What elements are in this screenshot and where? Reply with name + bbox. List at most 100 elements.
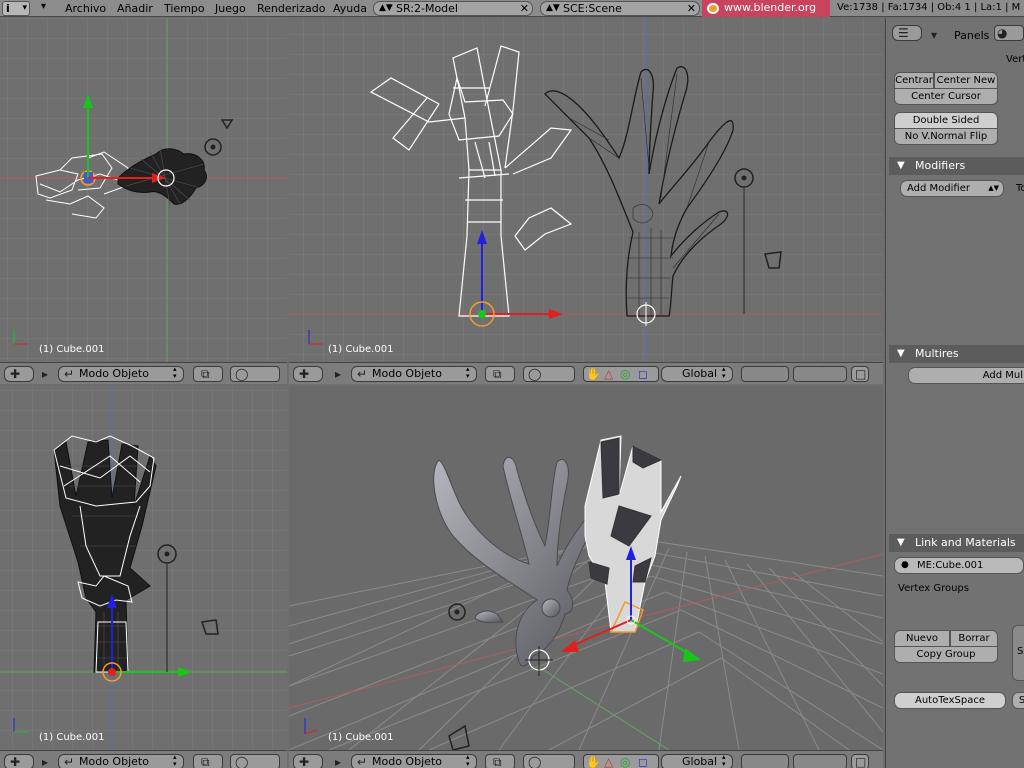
no-vnormal-flip-toggle[interactable]: No V.Normal Flip bbox=[894, 128, 998, 145]
multires-panel-header[interactable]: Multires bbox=[889, 345, 1024, 363]
orientation-selector[interactable]: Global bbox=[661, 366, 733, 382]
window-type-button[interactable]: ✚ bbox=[4, 366, 34, 382]
new-group-button[interactable]: Nuevo bbox=[894, 630, 950, 647]
mesh-browse-icon[interactable]: ● bbox=[901, 558, 909, 573]
viewport-header-bottom-right: ✚ ▸ ↵ Modo Objeto ⧉ ◯ ✋ △ ◎ ◻ Global □ bbox=[289, 750, 883, 768]
active-object-label: (1) Cube.001 bbox=[328, 344, 394, 355]
group-side-button[interactable]: S bbox=[1012, 625, 1024, 681]
pivot-selector[interactable]: ◯ bbox=[523, 754, 575, 768]
window-type-button[interactable]: ✚ bbox=[4, 754, 34, 768]
draw-type-selector[interactable]: ⧉ bbox=[193, 366, 223, 382]
menu-renderizado[interactable]: Renderizado bbox=[257, 2, 325, 15]
menu-archivo[interactable]: Archivo bbox=[65, 2, 106, 15]
s-fragment: S bbox=[1017, 646, 1024, 657]
orientation-label: Global bbox=[682, 755, 718, 768]
layer-buttons-b[interactable] bbox=[793, 366, 847, 382]
window-type-button[interactable]: ✚ bbox=[293, 754, 323, 768]
hand-icon[interactable]: ✋ bbox=[586, 755, 601, 768]
scene-delete-icon[interactable]: ✕ bbox=[687, 2, 696, 15]
menu-tiempo[interactable]: Tiempo bbox=[164, 2, 205, 15]
collapse-menus-icon[interactable]: ▾ bbox=[41, 1, 46, 12]
info-window-type-button[interactable]: i bbox=[2, 1, 30, 16]
rotate-manipulator-icon[interactable]: ◎ bbox=[620, 367, 630, 381]
scene-selector[interactable]: ▲▼ SCE:Scene ✕ bbox=[540, 1, 700, 16]
pivot-selector[interactable]: ◯ bbox=[230, 754, 280, 768]
viewport-grid bbox=[0, 18, 287, 362]
layer-buttons-b[interactable] bbox=[793, 754, 847, 768]
blender-url-link[interactable]: www.blender.org 245 bbox=[702, 0, 830, 30]
lock-icon: □ bbox=[855, 755, 867, 768]
collapse-arrow-icon[interactable]: ▸ bbox=[42, 367, 48, 381]
blender-logo-icon bbox=[707, 3, 719, 14]
scene-browse-icon[interactable]: ▲▼ bbox=[546, 2, 560, 15]
hand-icon[interactable]: ✋ bbox=[586, 367, 601, 381]
add-modifier-label: Add Modifier bbox=[907, 183, 970, 194]
collapse-arrow-icon[interactable]: ▸ bbox=[42, 755, 48, 768]
context-buttons[interactable]: ◕ bbox=[994, 25, 1024, 41]
mode-selector[interactable]: ↵ Modo Objeto bbox=[351, 366, 477, 382]
axes-icon: ✚ bbox=[299, 367, 310, 381]
active-object-label: (1) Cube.001 bbox=[39, 344, 105, 355]
layer-buttons-a[interactable] bbox=[741, 754, 789, 768]
menu-list-icon: ☰ bbox=[898, 26, 909, 40]
manipulator-group: ✋ △ ◎ ◻ bbox=[583, 754, 659, 768]
copy-group-button[interactable]: Copy Group bbox=[894, 646, 998, 663]
scale-manipulator-icon[interactable]: ◻ bbox=[638, 755, 648, 768]
buttons-window-type-button[interactable]: ☰ bbox=[892, 25, 922, 41]
screen-delete-icon[interactable]: ✕ bbox=[520, 2, 529, 15]
collapse-arrow-icon[interactable]: ▸ bbox=[335, 755, 341, 768]
add-multires-button[interactable]: Add Mul bbox=[908, 367, 1024, 384]
lock-layers-button[interactable]: □ bbox=[851, 366, 869, 382]
mode-label: Modo Objeto bbox=[372, 755, 442, 768]
modifiers-panel-header[interactable]: Modifiers bbox=[889, 157, 1024, 175]
centre-button[interactable]: Centrar bbox=[894, 72, 934, 89]
active-object-label: (1) Cube.001 bbox=[39, 732, 105, 743]
menu-ayuda[interactable]: Ayuda bbox=[333, 2, 367, 15]
add-modifier-dropdown[interactable]: Add Modifier ▲▼ bbox=[900, 180, 1004, 197]
centre-new-button[interactable]: Center New bbox=[934, 72, 998, 89]
draw-type-selector[interactable]: ⧉ bbox=[485, 366, 515, 382]
link-materials-panel-header[interactable]: Link and Materials bbox=[889, 534, 1024, 552]
pivot-selector[interactable]: ◯ bbox=[230, 366, 280, 382]
autotexspace-toggle[interactable]: AutoTexSpace bbox=[894, 692, 1006, 709]
draw-type-selector[interactable]: ⧉ bbox=[485, 754, 515, 768]
object-mode-icon: ↵ bbox=[64, 367, 75, 381]
pivot-selector[interactable]: ◯ bbox=[523, 366, 575, 382]
centre-cursor-button[interactable]: Center Cursor bbox=[894, 88, 998, 105]
draw-type-icon: ⧉ bbox=[201, 755, 210, 768]
viewport-bottom-right[interactable]: (1) Cube.001 bbox=[289, 386, 883, 750]
layer-buttons-a[interactable] bbox=[741, 366, 789, 382]
collapse-arrow-icon[interactable]: ▸ bbox=[335, 367, 341, 381]
window-type-button[interactable]: ✚ bbox=[293, 366, 323, 382]
collapse-arrow-icon[interactable]: ▾ bbox=[931, 28, 937, 42]
texspace-side-button[interactable]: S bbox=[1012, 692, 1024, 709]
screen-selector[interactable]: ▲▼ SR:2-Model ✕ bbox=[373, 1, 533, 16]
rotate-manipulator-icon[interactable]: ◎ bbox=[620, 755, 630, 768]
menu-anadir[interactable]: Añadir bbox=[117, 2, 153, 15]
mode-selector[interactable]: ↵ Modo Objeto bbox=[351, 754, 477, 768]
lock-icon: □ bbox=[855, 367, 867, 381]
mode-selector[interactable]: ↵ Modo Objeto bbox=[58, 754, 184, 768]
scale-manipulator-icon[interactable]: ◻ bbox=[638, 367, 648, 381]
orientation-selector[interactable]: Global bbox=[661, 754, 733, 768]
mesh-name-field[interactable]: ● ME:Cube.001 bbox=[894, 557, 1024, 574]
viewport-header-bottom-left: ✚ ▸ ↵ Modo Objeto ⧉ ◯ bbox=[0, 750, 287, 768]
axes-icon: ✚ bbox=[299, 755, 310, 768]
mode-label: Modo Objeto bbox=[79, 367, 149, 380]
viewport-top-right[interactable]: (1) Cube.001 bbox=[289, 18, 883, 362]
mode-selector[interactable]: ↵ Modo Objeto bbox=[58, 366, 184, 382]
scene-name: SCE:Scene bbox=[563, 2, 622, 15]
viewport-bottom-left[interactable]: (1) Cube.001 bbox=[0, 386, 287, 750]
manipulator-group: ✋ △ ◎ ◻ bbox=[583, 366, 659, 382]
delete-group-button[interactable]: Borrar bbox=[950, 630, 998, 647]
viewport-top-left[interactable]: (1) Cube.001 bbox=[0, 18, 287, 362]
double-sided-toggle[interactable]: Double Sided bbox=[894, 112, 998, 129]
translate-manipulator-icon[interactable]: △ bbox=[604, 367, 613, 381]
lock-layers-button[interactable]: □ bbox=[851, 754, 869, 768]
axes-icon: ✚ bbox=[10, 755, 21, 768]
screen-browse-icon[interactable]: ▲▼ bbox=[379, 2, 393, 15]
menu-juego[interactable]: Juego bbox=[215, 2, 246, 15]
buttons-window: ☰ ▾ Panels ◕ Vert Centrar Center New Cen… bbox=[885, 18, 1024, 768]
draw-type-selector[interactable]: ⧉ bbox=[193, 754, 223, 768]
translate-manipulator-icon[interactable]: △ bbox=[604, 755, 613, 768]
